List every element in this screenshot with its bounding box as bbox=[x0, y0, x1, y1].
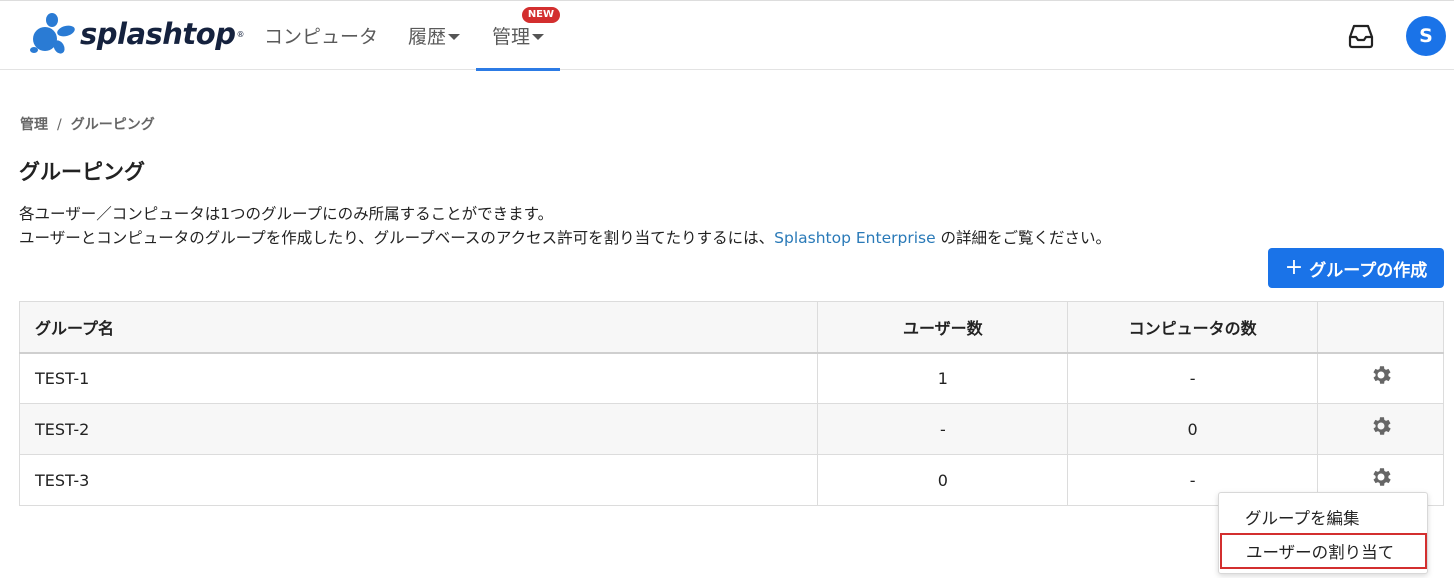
description-line-2: ユーザーとコンピュータのグループを作成したり、グループベースのアクセス許可を割り… bbox=[19, 226, 1111, 250]
page-description: 各ユーザー／コンピュータは1つのグループにのみ所属することができます。 ユーザー… bbox=[19, 202, 1111, 250]
splashtop-enterprise-link[interactable]: Splashtop Enterprise bbox=[774, 229, 935, 247]
actions-cell bbox=[1317, 403, 1444, 455]
registered-mark: ® bbox=[236, 29, 245, 39]
breadcrumb-separator: / bbox=[57, 117, 62, 133]
main-nav: コンピュータ 履歴 管理 NEW bbox=[264, 1, 561, 71]
brand-name: splashtop bbox=[80, 17, 236, 51]
nav-computers-label: コンピュータ bbox=[264, 26, 379, 48]
new-badge: NEW bbox=[521, 7, 561, 23]
chevron-down-icon bbox=[532, 34, 545, 40]
header-computer-count[interactable]: コンピュータの数 bbox=[1067, 301, 1319, 354]
create-group-label: グループの作成 bbox=[1309, 260, 1428, 281]
header-group-name[interactable]: グループ名 bbox=[18, 301, 819, 354]
chevron-down-icon bbox=[448, 34, 461, 40]
splashtop-logo-icon bbox=[30, 13, 75, 54]
computer-count-cell: - bbox=[1067, 352, 1319, 404]
gear-icon[interactable] bbox=[1369, 465, 1393, 489]
group-name-cell[interactable]: TEST-2 bbox=[18, 403, 819, 455]
menu-item-assign-users[interactable]: ユーザーの割り当て bbox=[1220, 533, 1427, 569]
splashtop-logo[interactable]: splashtop ® bbox=[28, 11, 244, 57]
table-header-row: グループ名 ユーザー数 コンピュータの数 bbox=[18, 301, 1444, 354]
gear-icon[interactable] bbox=[1369, 414, 1393, 438]
header-actions bbox=[1317, 301, 1444, 354]
description-line-1: 各ユーザー／コンピュータは1つのグループにのみ所属することができます。 bbox=[19, 205, 554, 223]
breadcrumb-current: グルーピング bbox=[70, 117, 155, 133]
nav-manage[interactable]: 管理 NEW bbox=[476, 1, 561, 71]
user-avatar[interactable]: S bbox=[1406, 16, 1446, 56]
header-user-count[interactable]: ユーザー数 bbox=[817, 301, 1069, 354]
nav-computers[interactable]: コンピュータ bbox=[264, 1, 378, 70]
breadcrumb: 管理 / グルーピング bbox=[20, 114, 155, 134]
table-row: TEST-1 1 - bbox=[18, 352, 1444, 404]
group-name-cell[interactable]: TEST-1 bbox=[18, 352, 819, 404]
group-actions-menu: グループを編集 ユーザーの割り当て bbox=[1218, 492, 1428, 574]
plus-icon: + bbox=[1284, 255, 1304, 280]
table-row: TEST-2 - 0 bbox=[18, 403, 1444, 455]
group-name-cell[interactable]: TEST-3 bbox=[18, 454, 819, 506]
breadcrumb-manage[interactable]: 管理 bbox=[20, 117, 48, 133]
actions-cell bbox=[1317, 352, 1444, 404]
inbox-icon[interactable] bbox=[1346, 21, 1376, 51]
user-count-cell: 0 bbox=[817, 454, 1069, 506]
user-count-cell: 1 bbox=[817, 352, 1069, 404]
user-count-cell: - bbox=[817, 403, 1069, 455]
computer-count-cell: 0 bbox=[1067, 403, 1319, 455]
top-navigation-bar: splashtop ® コンピュータ 履歴 管理 NEW S bbox=[0, 0, 1454, 71]
gear-icon[interactable] bbox=[1369, 363, 1393, 387]
description-prefix: ユーザーとコンピュータのグループを作成したり、グループベースのアクセス許可を割り… bbox=[19, 229, 775, 247]
groups-table: グループ名 ユーザー数 コンピュータの数 TEST-1 1 - TEST-2 -… bbox=[18, 301, 1444, 506]
nav-manage-label: 管理 bbox=[492, 26, 531, 48]
nav-history-label: 履歴 bbox=[408, 26, 447, 48]
menu-item-edit-group[interactable]: グループを編集 bbox=[1219, 499, 1427, 535]
page-title: グルーピング bbox=[19, 160, 145, 184]
create-group-button[interactable]: + グループの作成 bbox=[1268, 248, 1444, 288]
nav-history[interactable]: 履歴 bbox=[408, 1, 461, 70]
description-suffix: の詳細をご覧ください。 bbox=[935, 229, 1112, 247]
